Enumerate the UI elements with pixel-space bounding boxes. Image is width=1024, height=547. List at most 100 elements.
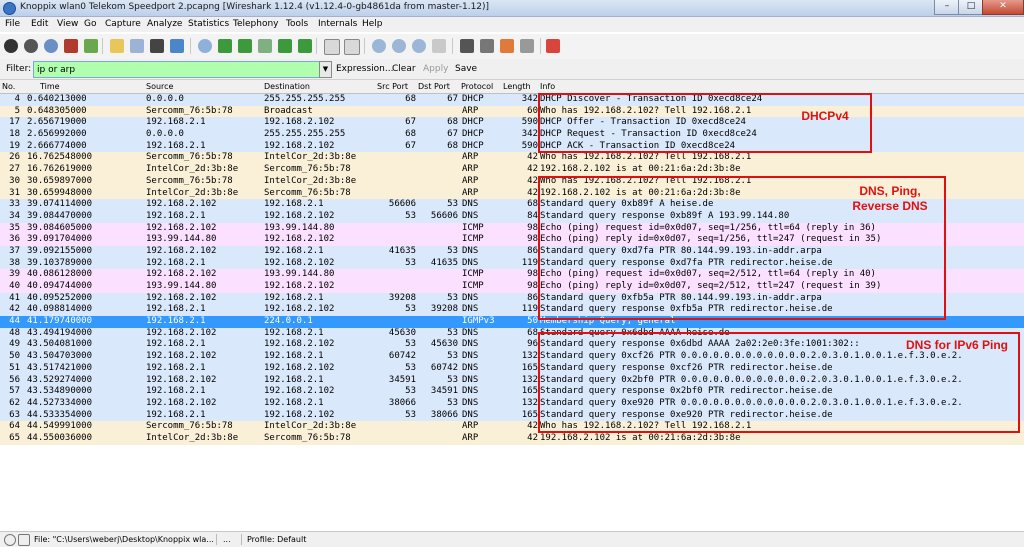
packet-cell-len: 590 <box>521 117 538 128</box>
close-file-icon[interactable] <box>150 39 164 53</box>
packet-cell-proto: ARP <box>462 152 479 163</box>
column-header-protocol[interactable]: Protocol <box>461 82 493 91</box>
maximize-button[interactable]: □ <box>958 0 984 15</box>
minimize-button[interactable]: – <box>934 0 960 15</box>
column-header-time[interactable]: Time <box>40 82 60 91</box>
help-icon[interactable] <box>546 39 560 53</box>
packet-cell-no: 30 <box>9 175 20 186</box>
status-bar: File: "C:\Users\weberj\Desktop\Knoppix w… <box>0 531 1024 547</box>
packet-cell-len: 165 <box>521 362 538 373</box>
clear-button[interactable]: Clear <box>392 64 416 74</box>
go-forward-icon[interactable] <box>238 39 252 53</box>
packet-row[interactable]: 27 16.762619000 IntelCor_2d:3b:8e Sercomm_7… <box>0 164 1024 176</box>
menu-analyze[interactable]: Analyze <box>147 19 182 29</box>
menu-statistics[interactable]: Statistics <box>188 19 229 29</box>
expert-info-icon[interactable] <box>4 534 16 546</box>
packet-cell-sport: 56606 <box>388 199 416 210</box>
chevron-down-icon: ▼ <box>322 65 329 73</box>
title-bar[interactable]: Knoppix wlan0 Telekom Speedport 2.pcapng… <box>0 0 1024 17</box>
packet-cell-len: 42 <box>527 152 538 163</box>
display-filters-icon[interactable] <box>480 39 494 53</box>
open-file-icon[interactable] <box>110 39 124 53</box>
menu-view[interactable]: View <box>57 19 78 29</box>
autoscroll-icon[interactable] <box>344 39 360 55</box>
status-profile[interactable]: Profile: Default <box>247 535 306 544</box>
packet-cell-dst: 193.99.144.80 <box>264 269 335 280</box>
restart-capture-icon[interactable] <box>84 39 98 53</box>
apply-button[interactable]: Apply <box>423 64 448 74</box>
filter-history-dropdown[interactable]: ▼ <box>319 61 332 78</box>
packet-cell-time: 39.103789000 <box>27 257 93 268</box>
find-packet-icon[interactable] <box>198 39 212 53</box>
packet-cell-no: 17 <box>9 117 20 128</box>
packet-cell-src: Sercomm_76:5b:78 <box>146 105 233 116</box>
packet-cell-dst: 192.168.2.1 <box>264 199 324 210</box>
menu-file[interactable]: File <box>5 19 20 29</box>
menu-telephony[interactable]: Telephony <box>233 19 279 29</box>
packet-cell-len: 132 <box>521 374 538 385</box>
go-first-icon[interactable] <box>278 39 292 53</box>
column-header-info[interactable]: Info <box>540 82 555 91</box>
go-back-icon[interactable] <box>218 39 232 53</box>
menu-go[interactable]: Go <box>84 19 96 29</box>
menu-tools[interactable]: Tools <box>286 19 308 29</box>
zoom-in-icon[interactable] <box>372 39 386 53</box>
packet-cell-proto: ARP <box>462 421 479 432</box>
packet-row[interactable]: 65 44.550036000 IntelCor_2d:3b:8e Sercomm_7… <box>0 432 1024 445</box>
menu-capture[interactable]: Capture <box>105 19 141 29</box>
packet-cell-dst: 192.168.2.102 <box>264 281 335 291</box>
packet-cell-dport: 45630 <box>430 339 458 350</box>
packet-cell-sport: 39208 <box>388 292 416 303</box>
start-capture-icon[interactable] <box>44 39 58 53</box>
packet-cell-dport: 53 <box>447 397 458 408</box>
packet-cell-len: 42 <box>527 421 538 432</box>
menu-help[interactable]: Help <box>362 19 383 29</box>
preferences-icon[interactable] <box>520 39 534 53</box>
go-to-packet-icon[interactable] <box>258 39 272 53</box>
menu-edit[interactable]: Edit <box>31 19 48 29</box>
packet-cell-no: 51 <box>9 362 20 373</box>
packet-cell-src: 192.168.2.102 <box>146 199 217 210</box>
zoom-normal-icon[interactable] <box>412 39 426 53</box>
packet-cell-dport: 38066 <box>430 409 458 420</box>
capture-filters-icon[interactable] <box>460 39 474 53</box>
column-header-no[interactable]: No. <box>2 82 15 91</box>
expression-button[interactable]: Expression... <box>336 64 393 74</box>
packet-cell-proto: DNS <box>462 351 479 362</box>
column-header-dst-port[interactable]: Dst Port <box>418 82 450 91</box>
packet-cell-no: 4 <box>14 94 20 104</box>
packet-cell-time: 40.095252000 <box>27 292 93 303</box>
capture-comment-icon[interactable] <box>18 534 30 546</box>
resize-columns-icon[interactable] <box>432 39 446 53</box>
column-header-length[interactable]: Length <box>503 82 531 91</box>
packet-cell-dport: 34591 <box>430 386 458 397</box>
packet-cell-proto: DNS <box>462 292 479 303</box>
close-button[interactable]: ✕ <box>982 0 1024 15</box>
interfaces-icon[interactable] <box>4 39 18 53</box>
packet-row[interactable]: 26 16.762548000 Sercomm_76:5b:78 IntelCor_2… <box>0 152 1024 165</box>
coloring-rules-icon[interactable] <box>500 39 514 53</box>
packet-cell-dst: 192.168.2.102 <box>264 257 335 268</box>
stop-capture-icon[interactable] <box>64 39 78 53</box>
column-header-source[interactable]: Source <box>146 82 173 91</box>
column-header-src-port[interactable]: Src Port <box>377 82 408 91</box>
save-button[interactable]: Save <box>455 64 477 74</box>
packet-cell-time: 43.529274000 <box>27 374 93 385</box>
zoom-out-icon[interactable] <box>392 39 406 53</box>
column-header-destination[interactable]: Destination <box>264 82 310 91</box>
display-filter-input[interactable] <box>33 61 327 78</box>
save-file-icon[interactable] <box>130 39 144 53</box>
packet-cell-dst: 192.168.2.1 <box>264 245 324 256</box>
packet-cell-info: Who has 192.168.2.102? Tell 192.168.2.1 <box>540 152 752 163</box>
packet-cell-time: 30.659948000 <box>27 187 93 198</box>
colorize-icon[interactable] <box>324 39 340 55</box>
packet-cell-dport: 53 <box>447 327 458 338</box>
menu-internals[interactable]: Internals <box>318 19 357 29</box>
options-icon[interactable] <box>24 39 38 53</box>
packet-cell-no: 40 <box>9 281 20 291</box>
packet-cell-src: 193.99.144.80 <box>146 281 217 291</box>
packet-cell-dst: Sercomm_76:5b:78 <box>264 432 351 443</box>
go-last-icon[interactable] <box>298 39 312 53</box>
reload-icon[interactable] <box>170 39 184 53</box>
packet-cell-src: IntelCor_2d:3b:8e <box>146 164 239 175</box>
